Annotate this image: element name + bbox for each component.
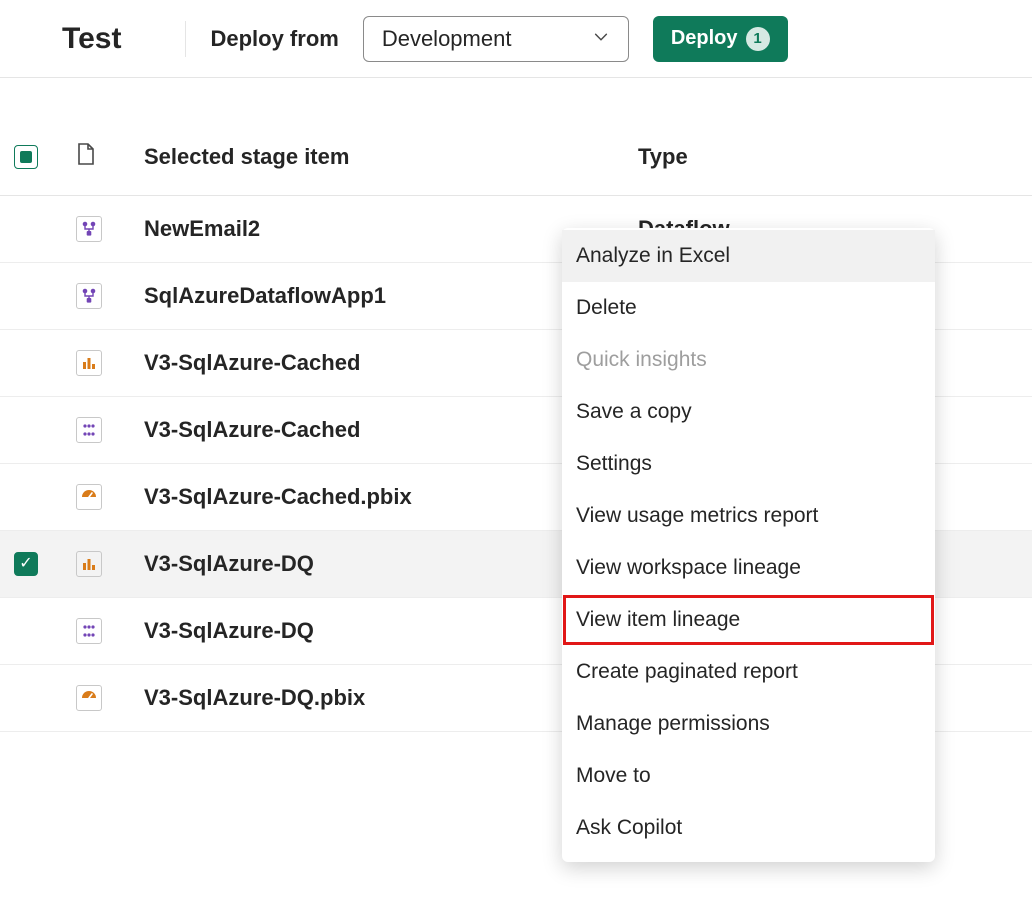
file-icon xyxy=(76,142,96,171)
menu-item-create-paginated-report[interactable]: Create paginated report xyxy=(562,646,935,698)
report-icon xyxy=(76,350,102,376)
menu-item-view-item-lineage[interactable]: View item lineage xyxy=(562,594,935,646)
page-title: Test xyxy=(62,22,121,56)
menu-item-settings[interactable]: Settings xyxy=(562,438,935,490)
header: Test Deploy from Development Deploy 1 xyxy=(0,0,1032,78)
dashboard-icon xyxy=(76,685,102,711)
deploy-from-label: Deploy from xyxy=(210,26,338,52)
menu-item-analyze-in-excel[interactable]: Analyze in Excel xyxy=(562,230,935,282)
dataflow-icon xyxy=(76,283,102,309)
menu-item-quick-insights: Quick insights xyxy=(562,334,935,386)
dashboard-icon xyxy=(76,484,102,510)
deploy-count-badge: 1 xyxy=(746,27,770,51)
column-header-type[interactable]: Type xyxy=(638,144,1032,170)
table-header: Selected stage item Type xyxy=(0,118,1032,196)
menu-item-move-to[interactable]: Move to xyxy=(562,750,935,802)
row-checkbox[interactable]: ✓ xyxy=(14,552,38,576)
menu-item-manage-permissions[interactable]: Manage permissions xyxy=(562,698,935,750)
column-header-name[interactable]: Selected stage item xyxy=(144,144,638,170)
deploy-from-dropdown[interactable]: Development xyxy=(363,16,629,62)
report-icon xyxy=(76,551,102,577)
divider xyxy=(185,21,186,57)
select-all-checkbox[interactable] xyxy=(14,145,38,169)
menu-item-save-a-copy[interactable]: Save a copy xyxy=(562,386,935,438)
context-menu: Analyze in ExcelDeleteQuick insightsSave… xyxy=(562,228,935,862)
menu-item-view-usage-metrics-report[interactable]: View usage metrics report xyxy=(562,490,935,542)
deploy-button[interactable]: Deploy 1 xyxy=(653,16,788,62)
dataset-icon xyxy=(76,618,102,644)
dropdown-value: Development xyxy=(382,26,512,52)
chevron-down-icon xyxy=(592,26,610,52)
menu-item-delete[interactable]: Delete xyxy=(562,282,935,334)
menu-item-view-workspace-lineage[interactable]: View workspace lineage xyxy=(562,542,935,594)
deploy-button-label: Deploy xyxy=(671,27,738,50)
dataflow-icon xyxy=(76,216,102,242)
menu-item-ask-copilot[interactable]: Ask Copilot xyxy=(562,802,935,854)
dataset-icon xyxy=(76,417,102,443)
